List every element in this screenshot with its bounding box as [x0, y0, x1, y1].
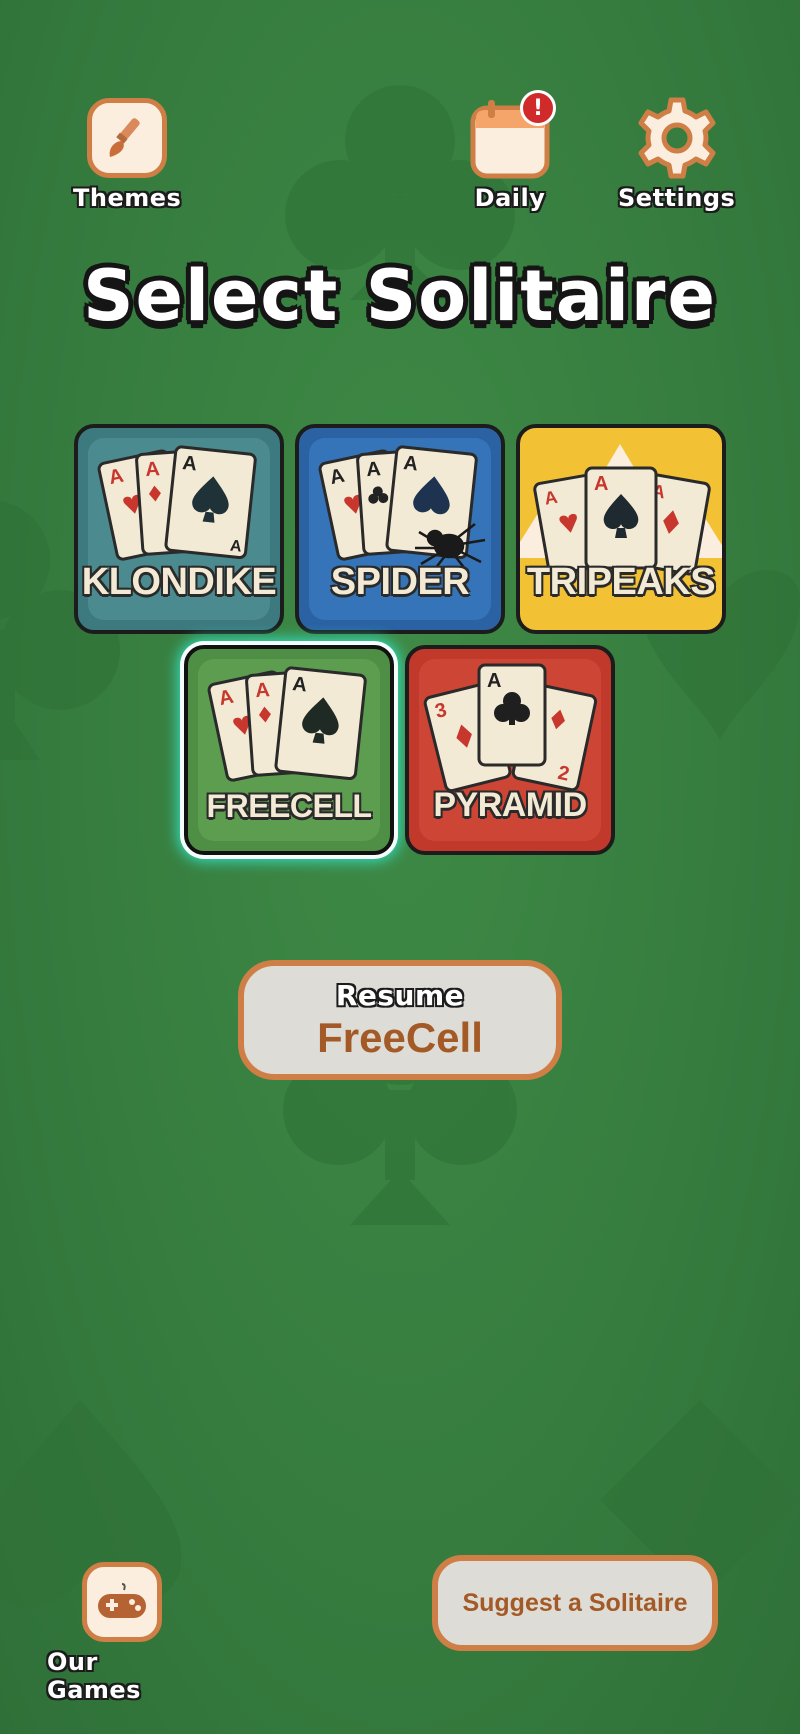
gear-icon	[638, 97, 716, 179]
game-tile-tripeaks[interactable]: A A A TRIPEAKS	[516, 424, 726, 634]
themes-label: Themes	[73, 184, 182, 212]
svg-text:A: A	[291, 673, 308, 696]
suggest-solitaire-button[interactable]: Suggest a Solitaire	[432, 1555, 718, 1651]
game-name-tripeaks: TRIPEAKS	[526, 561, 716, 603]
suggest-solitaire-label: Suggest a Solitaire	[462, 1588, 688, 1617]
our-games-button[interactable]: Our Games	[47, 1562, 197, 1704]
gamepad-icon	[82, 1562, 162, 1642]
daily-label: Daily	[474, 184, 546, 212]
svg-text:A: A	[229, 538, 243, 556]
svg-text:A: A	[402, 452, 419, 475]
daily-badge-text: !	[532, 95, 544, 121]
resume-button[interactable]: Resume FreeCell	[238, 960, 562, 1080]
svg-text:A: A	[255, 679, 271, 702]
game-name-freecell: FREECELL	[206, 788, 372, 824]
game-tile-spider[interactable]: A A A SPIDER	[295, 424, 505, 634]
svg-text:A: A	[145, 458, 161, 481]
page-title: Select Solitaire	[83, 255, 717, 337]
svg-text:A: A	[487, 670, 501, 692]
paintbrush-icon	[87, 98, 168, 178]
resume-label: Resume	[335, 978, 465, 1012]
svg-text:A: A	[594, 473, 608, 495]
resume-game-name: FreeCell	[317, 1013, 483, 1061]
our-games-label: Our Games	[47, 1648, 141, 1704]
game-name-pyramid: PYRAMID	[433, 786, 587, 824]
settings-button[interactable]: Settings	[618, 96, 735, 212]
game-tile-klondike[interactable]: A A AA KLONDIKE	[74, 424, 284, 634]
settings-label: Settings	[618, 184, 736, 212]
svg-text:A: A	[181, 452, 198, 475]
game-name-klondike: KLONDIKE	[81, 561, 277, 603]
daily-notification-badge: !	[520, 90, 556, 126]
game-tile-freecell[interactable]: A A A FREECELL	[184, 645, 394, 855]
themes-button[interactable]: Themes	[73, 98, 181, 212]
game-tile-pyramid[interactable]: 3 2 A PYRAMID	[405, 645, 615, 855]
daily-button[interactable]: ! Daily	[468, 90, 556, 212]
svg-text:A: A	[366, 458, 382, 481]
game-name-spider: SPIDER	[330, 561, 470, 603]
